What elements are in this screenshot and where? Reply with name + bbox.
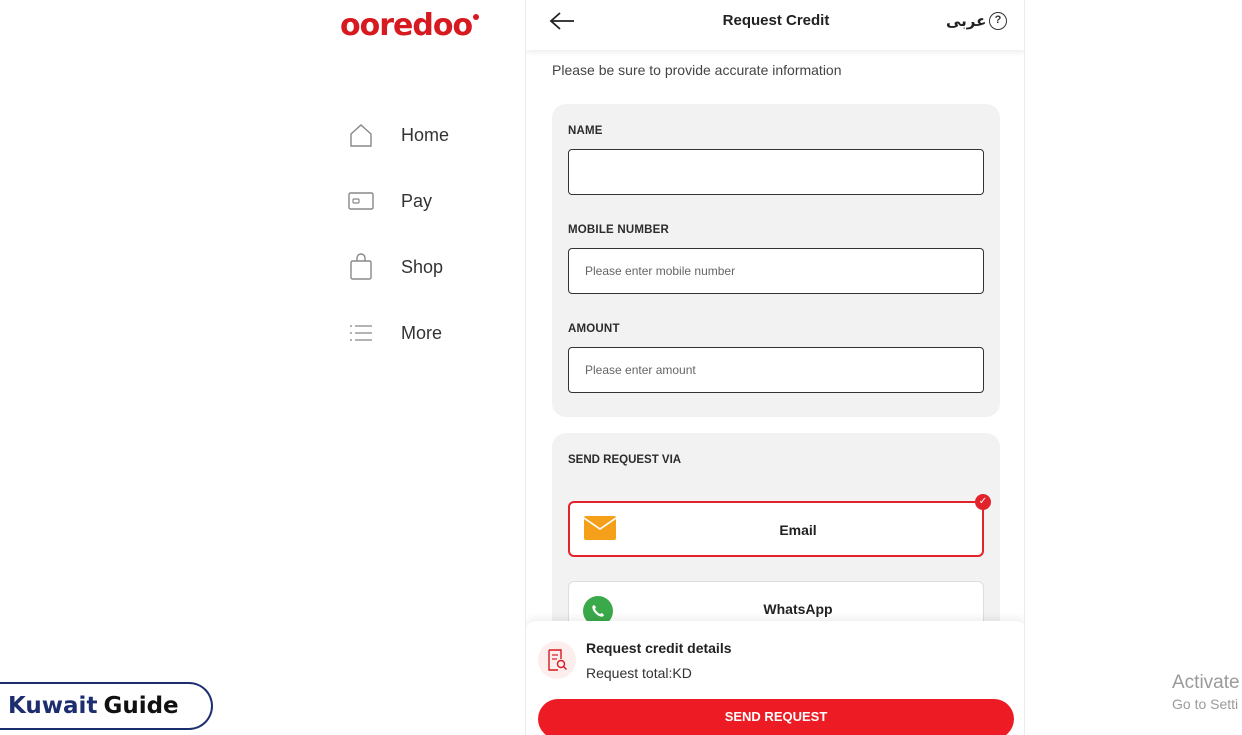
nav-item-more[interactable]: More bbox=[346, 300, 506, 366]
list-icon bbox=[346, 318, 376, 348]
send-via-label: SEND REQUEST VIA bbox=[568, 454, 682, 466]
selected-check-icon: ✓ bbox=[975, 494, 991, 510]
name-label: NAME bbox=[568, 125, 603, 137]
send-request-button[interactable]: SEND REQUEST bbox=[538, 699, 1014, 735]
nav-item-shop[interactable]: Shop bbox=[346, 234, 506, 300]
watermark-guide: Guide bbox=[103, 693, 179, 719]
home-icon bbox=[346, 120, 376, 150]
top-bar: Request Credit عربى ? bbox=[526, 0, 1024, 50]
name-input[interactable] bbox=[568, 149, 984, 195]
mobile-input[interactable] bbox=[568, 248, 984, 294]
nav-label-more: More bbox=[401, 322, 443, 343]
side-nav: Home Pay Shop More bbox=[346, 102, 506, 366]
option-email[interactable]: Email ✓ bbox=[568, 494, 991, 557]
nav-item-pay[interactable]: Pay bbox=[346, 168, 506, 234]
request-summary: Request credit details Request total:KD … bbox=[526, 621, 1024, 735]
summary-total: Request total:KD bbox=[586, 665, 692, 681]
amount-input[interactable] bbox=[568, 347, 984, 393]
bag-icon bbox=[346, 252, 376, 282]
help-icon[interactable]: ? bbox=[989, 12, 1007, 30]
nav-label-shop: Shop bbox=[401, 256, 444, 277]
option-email-label: Email bbox=[779, 522, 817, 538]
amount-label: AMOUNT bbox=[568, 323, 620, 335]
ooredoo-logo[interactable]: ooredoo bbox=[340, 8, 480, 43]
card-icon bbox=[346, 186, 376, 216]
summary-title: Request credit details bbox=[586, 640, 732, 656]
watermark-kuwait: Kuwait bbox=[8, 693, 98, 719]
kuwait-guide-watermark: Kuwait Guide bbox=[0, 682, 213, 730]
nav-label-home: Home bbox=[401, 124, 450, 145]
logo-dot bbox=[473, 14, 480, 20]
mobile-label: MOBILE NUMBER bbox=[568, 224, 669, 236]
activate-line2: Go to Setti bbox=[1172, 696, 1239, 712]
receipt-search-icon bbox=[538, 641, 576, 679]
activate-line1: Activate bbox=[1172, 672, 1240, 693]
request-credit-panel: Request Credit عربى ? Please be sure to … bbox=[525, 0, 1025, 735]
nav-item-home[interactable]: Home bbox=[346, 102, 506, 168]
intro-text: Please be sure to provide accurate infor… bbox=[552, 62, 842, 78]
nav-label-pay: Pay bbox=[401, 190, 433, 211]
details-card: NAME MOBILE NUMBER AMOUNT bbox=[552, 104, 1000, 417]
language-toggle[interactable]: عربى bbox=[946, 12, 986, 30]
activate-windows-watermark: Activate Go to Setti bbox=[1172, 672, 1240, 712]
option-whatsapp-label: WhatsApp bbox=[763, 601, 833, 617]
logo-text: ooredoo bbox=[340, 8, 473, 43]
page: ooredoo Home Pay Shop More Request Credi… bbox=[0, 0, 1242, 735]
